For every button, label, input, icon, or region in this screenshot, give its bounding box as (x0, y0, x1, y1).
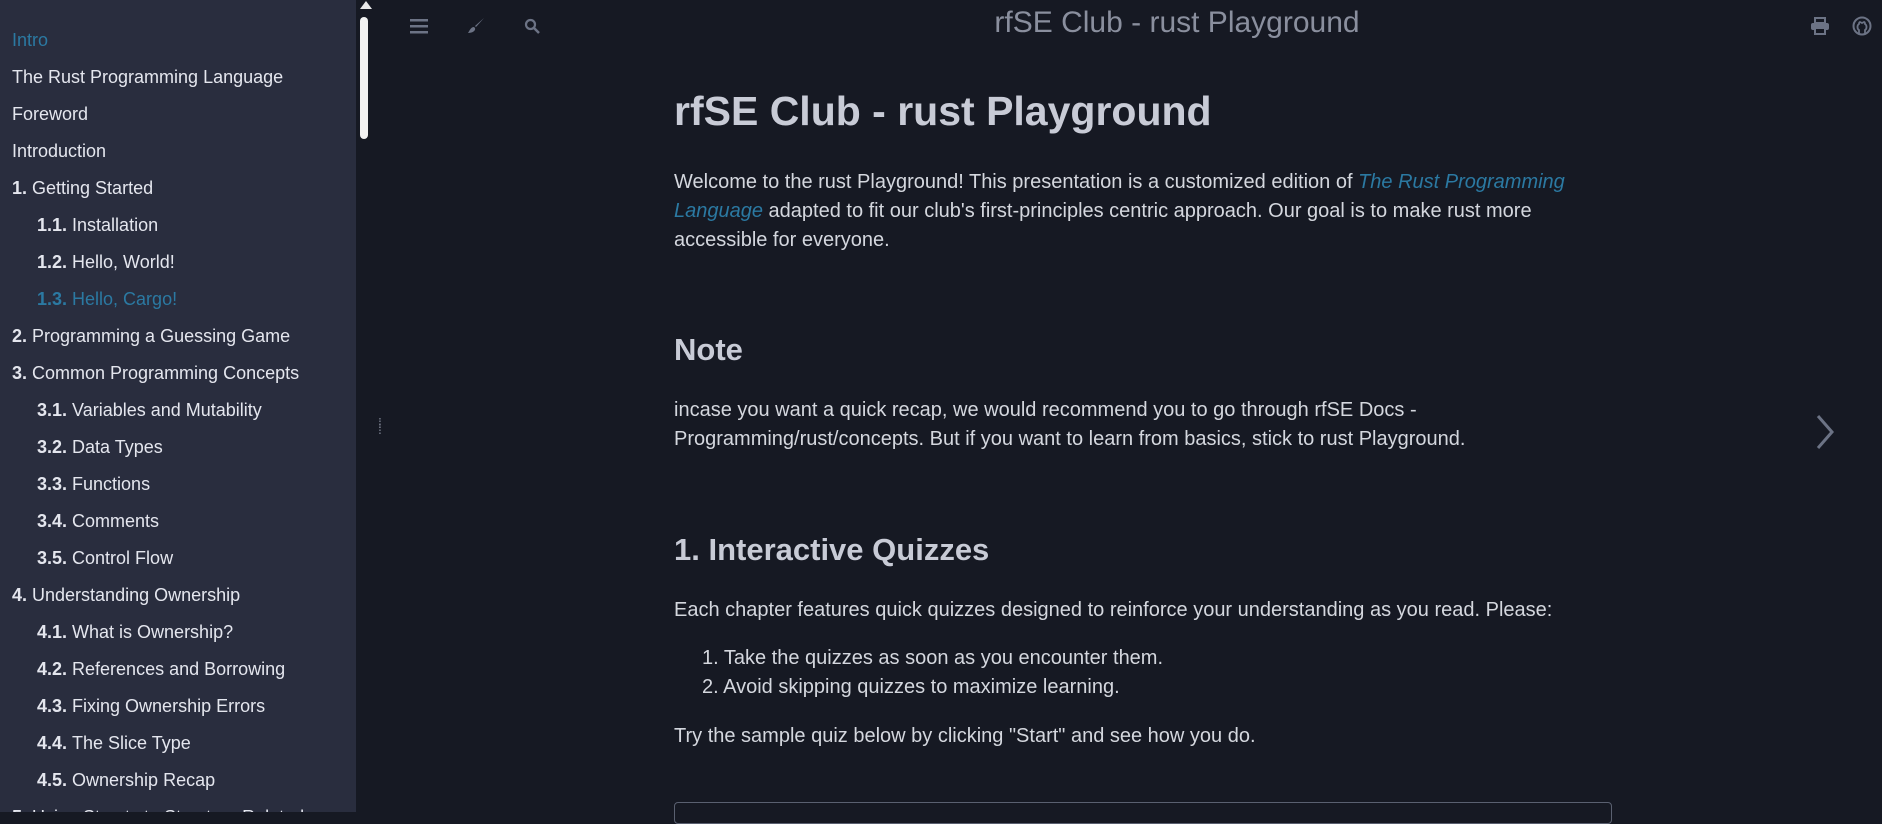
sidebar-item[interactable]: 1.1. Installation (0, 207, 356, 244)
note-paragraph: incase you want a quick recap, we would … (674, 399, 1466, 450)
intro-text-end: adapted to fit our club's first-principl… (674, 200, 1532, 251)
next-chapter-chevron-icon[interactable] (1812, 412, 1838, 452)
sidebar-item-label: References and Borrowing (72, 659, 286, 679)
sidebar-item-number: 4.4. (37, 733, 68, 753)
sidebar-item[interactable]: 3.2. Data Types (0, 429, 356, 466)
sidebar-item[interactable]: 4. Understanding Ownership (0, 577, 356, 614)
sidebar-item-number: 1.1. (37, 215, 68, 235)
sidebar-item[interactable]: 3. Common Programming Concepts (0, 355, 356, 392)
sidebar-item-label: What is Ownership? (72, 622, 234, 642)
sidebar: Intro The Rust Programming Language Forewo… (0, 0, 356, 812)
sidebar-item[interactable]: 5. Using Structs to Structure Related (0, 799, 356, 812)
quiz-container[interactable] (674, 802, 1612, 824)
sidebar-item[interactable]: 1.2. Hello, World! (0, 244, 356, 281)
sidebar-item-label: The Slice Type (72, 733, 191, 753)
sidebar-item-number: 4.2. (37, 659, 68, 679)
sidebar-item[interactable]: Foreword (0, 96, 356, 133)
sidebar-item[interactable]: 3.1. Variables and Mutability (0, 392, 356, 429)
sidebar-item[interactable]: 1. Getting Started (0, 170, 356, 207)
github-icon[interactable] (1850, 14, 1874, 38)
sidebar-item-number: 2. (12, 326, 28, 346)
sidebar-item[interactable]: 4.2. References and Borrowing (0, 651, 356, 688)
sidebar-item-number: 3.1. (37, 400, 68, 420)
sidebar-item-number: 3.3. (37, 474, 68, 494)
sidebar-item-label: Installation (72, 215, 159, 235)
sidebar-item-number: 3. (12, 363, 28, 383)
sidebar-scrollbar[interactable] (356, 0, 372, 812)
sidebar-item-label: Comments (72, 511, 160, 531)
intro-paragraph: Welcome to the rust Playground! This pre… (674, 168, 1614, 255)
sidebar-item-number: 4.5. (37, 770, 68, 790)
quiz-paragraph: Each chapter features quick quizzes desi… (674, 599, 1553, 621)
sidebar-item-number: 1. (12, 178, 28, 198)
quiz-heading: 1. Interactive Quizzes (674, 532, 990, 567)
sidebar-item-label: Intro (12, 30, 49, 50)
sidebar-item-label: Understanding Ownership (32, 585, 241, 605)
sidebar-item[interactable]: 1.3. Hello, Cargo! (0, 281, 356, 318)
sidebar-item-number: 1.2. (37, 252, 68, 272)
sidebar-item-label: Functions (72, 474, 151, 494)
sidebar-item[interactable]: 4.1. What is Ownership? (0, 614, 356, 651)
sidebar-item-number: 4.3. (37, 696, 68, 716)
sidebar-item-number: 5. (12, 807, 27, 812)
quiz-instructions-list: 1. Take the quizzes as soon as you encou… (674, 644, 1642, 702)
sidebar-item-label: Hello, World! (72, 252, 175, 272)
sidebar-item-label: Getting Started (32, 178, 154, 198)
menu-title: rfSE Club - rust Playground (994, 6, 1360, 39)
intro-text-start: Welcome to the rust Playground! This pre… (674, 171, 1359, 193)
sidebar-item-number: 3.4. (37, 511, 68, 531)
sidebar-item-label: Variables and Mutability (72, 400, 262, 420)
sidebar-item[interactable]: The Rust Programming Language (0, 59, 356, 96)
sidebar-item[interactable]: 3.5. Control Flow (0, 540, 356, 577)
sidebar-item-number: 1.3. (37, 289, 68, 309)
sidebar-item-label: Data Types (72, 437, 163, 457)
sidebar-item[interactable]: Intro (0, 22, 356, 59)
sidebar-item[interactable]: 4.4. The Slice Type (0, 725, 356, 762)
sidebar-item-number: 4.1. (37, 622, 68, 642)
sidebar-item-label: Programming a Guessing Game (32, 326, 291, 346)
sidebar-item[interactable]: Introduction (0, 133, 356, 170)
list-item: 2. Avoid skipping quizzes to maximize le… (702, 676, 1120, 698)
sidebar-item-label: Hello, Cargo! (72, 289, 178, 309)
note-heading: Note (674, 332, 743, 367)
sidebar-item-label: Common Programming Concepts (32, 363, 300, 383)
sidebar-item-label: Ownership Recap (72, 770, 216, 790)
print-icon[interactable] (1808, 14, 1832, 38)
sidebar-item-label: Fixing Ownership Errors (72, 696, 266, 716)
list-item: 1. Take the quizzes as soon as you encou… (702, 647, 1164, 669)
sidebar-item-label: Control Flow (72, 548, 174, 568)
sidebar-resize-handle[interactable]: ⁞ ⁞ (378, 416, 386, 436)
sidebar-item-number: 3.2. (37, 437, 68, 457)
scroll-up-arrow-icon[interactable] (360, 1, 372, 9)
sidebar-item-label: Foreword (12, 104, 89, 124)
scroll-thumb[interactable] (360, 17, 368, 139)
sidebar-item-number: 3.5. (37, 548, 68, 568)
quiz-try-paragraph: Try the sample quiz below by clicking "S… (674, 725, 1256, 747)
sidebar-item[interactable]: 4.3. Fixing Ownership Errors (0, 688, 356, 725)
table-of-contents: Intro The Rust Programming Language Forewo… (0, 0, 356, 812)
page-title: rfSE Club - rust Playground (674, 88, 1212, 134)
sidebar-item[interactable]: 4.5. Ownership Recap (0, 762, 356, 799)
sidebar-item-label: Using Structs to Structure Related (32, 807, 304, 812)
sidebar-item-number: 4. (12, 585, 28, 605)
sidebar-item[interactable]: 3.4. Comments (0, 503, 356, 540)
sidebar-item[interactable]: 2. Programming a Guessing Game (0, 318, 356, 355)
sidebar-item-label: The Rust Programming Language (12, 67, 284, 87)
menu-bar: rfSE Club - rust Playground (372, 0, 1882, 52)
sidebar-item-label: Introduction (12, 141, 107, 161)
sidebar-item[interactable]: 3.3. Functions (0, 466, 356, 503)
